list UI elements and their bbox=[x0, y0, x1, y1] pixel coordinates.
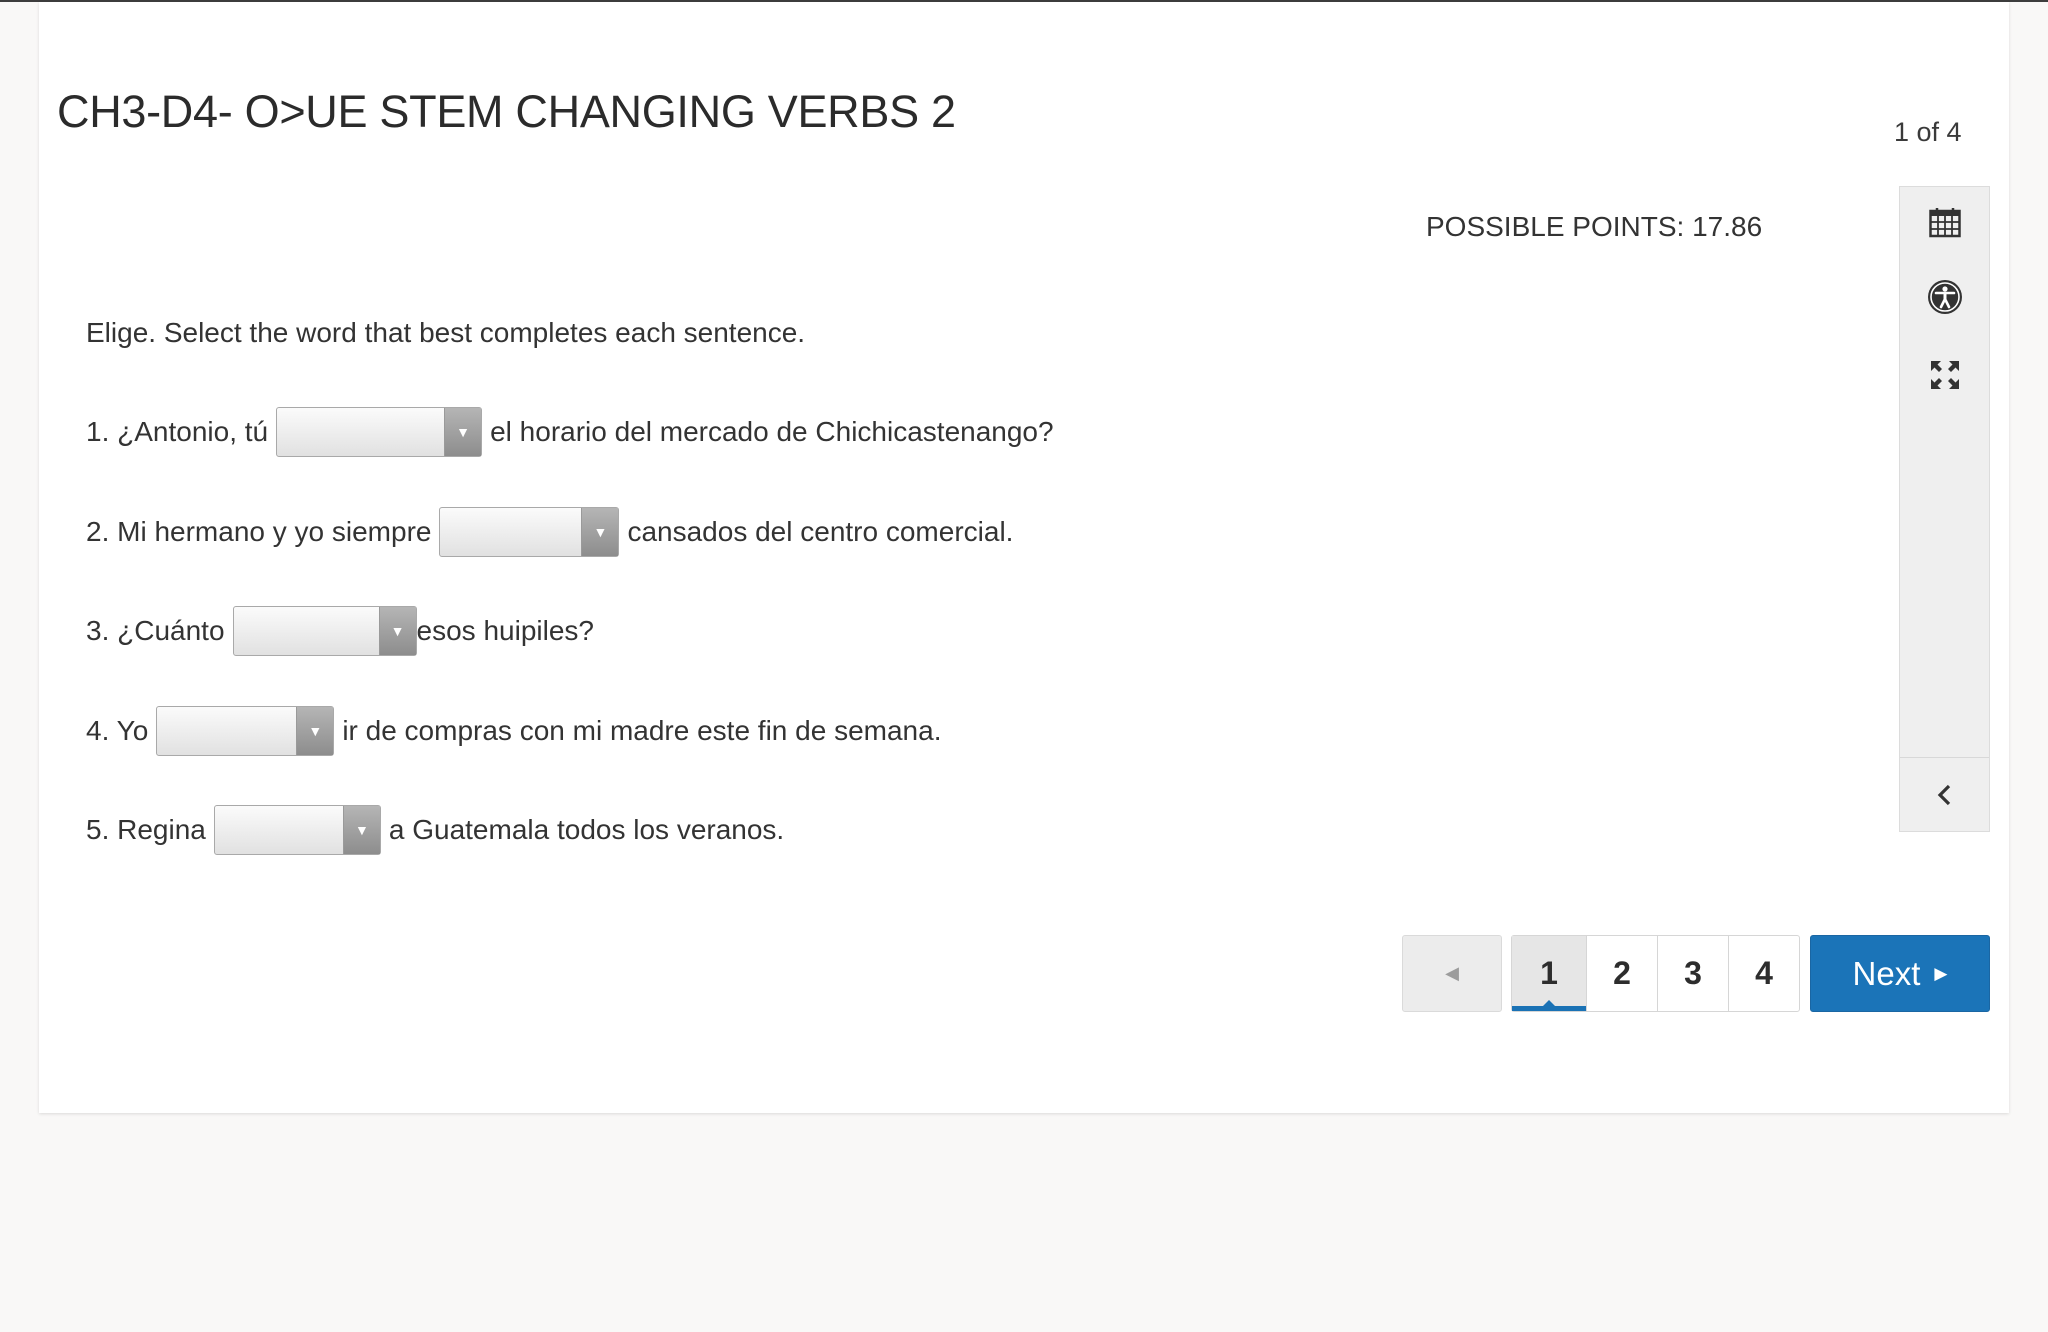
fullscreen-tool-button[interactable] bbox=[1900, 345, 1989, 405]
answer-dropdown-3[interactable]: ▼ bbox=[232, 606, 417, 656]
chevron-left-icon bbox=[1937, 784, 1950, 806]
expand-icon bbox=[1930, 361, 1959, 389]
dropdown-value bbox=[440, 508, 581, 556]
previous-button[interactable]: ◀ bbox=[1402, 935, 1502, 1012]
page-navigation: 1 2 3 4 bbox=[1511, 935, 1800, 1012]
question-item-1: 1. ¿Antonio, tú ▼ el horario del mercado… bbox=[86, 406, 1054, 458]
page-button-3[interactable]: 3 bbox=[1657, 936, 1728, 1011]
dropdown-value bbox=[277, 408, 444, 456]
question-item-5: 5. Regina ▼ a Guatemala todos los verano… bbox=[86, 804, 784, 856]
next-button-label: Next bbox=[1852, 954, 1921, 992]
collapse-panel-button[interactable] bbox=[1900, 765, 1989, 825]
question-item-4: 4. Yo ▼ ir de compras con mi madre este … bbox=[86, 705, 941, 757]
dropdown-arrow-icon[interactable]: ▼ bbox=[342, 806, 380, 854]
dropdown-arrow-icon[interactable]: ▼ bbox=[296, 707, 334, 755]
sentence-start: 5. Regina bbox=[86, 814, 206, 845]
page-title: CH3-D4- O>UE STEM CHANGING VERBS 2 bbox=[57, 86, 956, 137]
sentence-end: esos huipiles? bbox=[416, 615, 594, 646]
answer-dropdown-5[interactable]: ▼ bbox=[213, 805, 381, 855]
calendar-tool-button[interactable] bbox=[1900, 193, 1989, 253]
sentence-start: 2. Mi hermano y yo siempre bbox=[86, 516, 432, 547]
accessibility-icon bbox=[1927, 280, 1962, 314]
dropdown-value bbox=[234, 607, 379, 655]
previous-arrow-icon: ◀ bbox=[1445, 963, 1459, 983]
instructions: Elige. Select the word that best complet… bbox=[86, 317, 806, 348]
question-item-3: 3. ¿Cuánto ▼ esos huipiles? bbox=[86, 605, 594, 657]
accessibility-tool-button[interactable] bbox=[1900, 267, 1989, 327]
tool-panel-divider bbox=[1900, 757, 1989, 758]
dropdown-arrow-icon[interactable]: ▼ bbox=[581, 508, 619, 556]
question-item-2: 2. Mi hermano y yo siempre ▼ cansados de… bbox=[86, 506, 1013, 558]
sentence-start: 4. Yo bbox=[86, 715, 149, 746]
answer-dropdown-1[interactable]: ▼ bbox=[276, 407, 483, 457]
next-arrow-icon: ▶ bbox=[1934, 963, 1948, 983]
page-button-1[interactable]: 1 bbox=[1512, 936, 1586, 1011]
question-counter: 1 of 4 bbox=[1894, 117, 1962, 147]
page-button-2[interactable]: 2 bbox=[1586, 936, 1657, 1011]
dropdown-arrow-icon[interactable]: ▼ bbox=[444, 408, 482, 456]
page-button-4[interactable]: 4 bbox=[1728, 936, 1799, 1011]
next-button[interactable]: Next ▶ bbox=[1810, 935, 1990, 1012]
sentence-end: ir de compras con mi madre este fin de s… bbox=[342, 715, 942, 746]
tool-panel bbox=[1899, 186, 1990, 832]
calendar-icon bbox=[1928, 208, 1961, 238]
answer-dropdown-4[interactable]: ▼ bbox=[156, 706, 335, 756]
sentence-start: 1. ¿Antonio, tú bbox=[86, 416, 269, 447]
dropdown-value bbox=[157, 707, 296, 755]
dropdown-value bbox=[215, 806, 343, 854]
dropdown-arrow-icon[interactable]: ▼ bbox=[378, 607, 416, 655]
sentence-end: a Guatemala todos los veranos. bbox=[388, 814, 785, 845]
sentence-start: 3. ¿Cuánto bbox=[86, 615, 225, 646]
sentence-end: el horario del mercado de Chichicastenan… bbox=[490, 416, 1054, 447]
possible-points: POSSIBLE POINTS: 17.86 bbox=[1426, 211, 1763, 242]
answer-dropdown-2[interactable]: ▼ bbox=[439, 507, 620, 557]
sentence-end: cansados del centro comercial. bbox=[627, 516, 1014, 547]
